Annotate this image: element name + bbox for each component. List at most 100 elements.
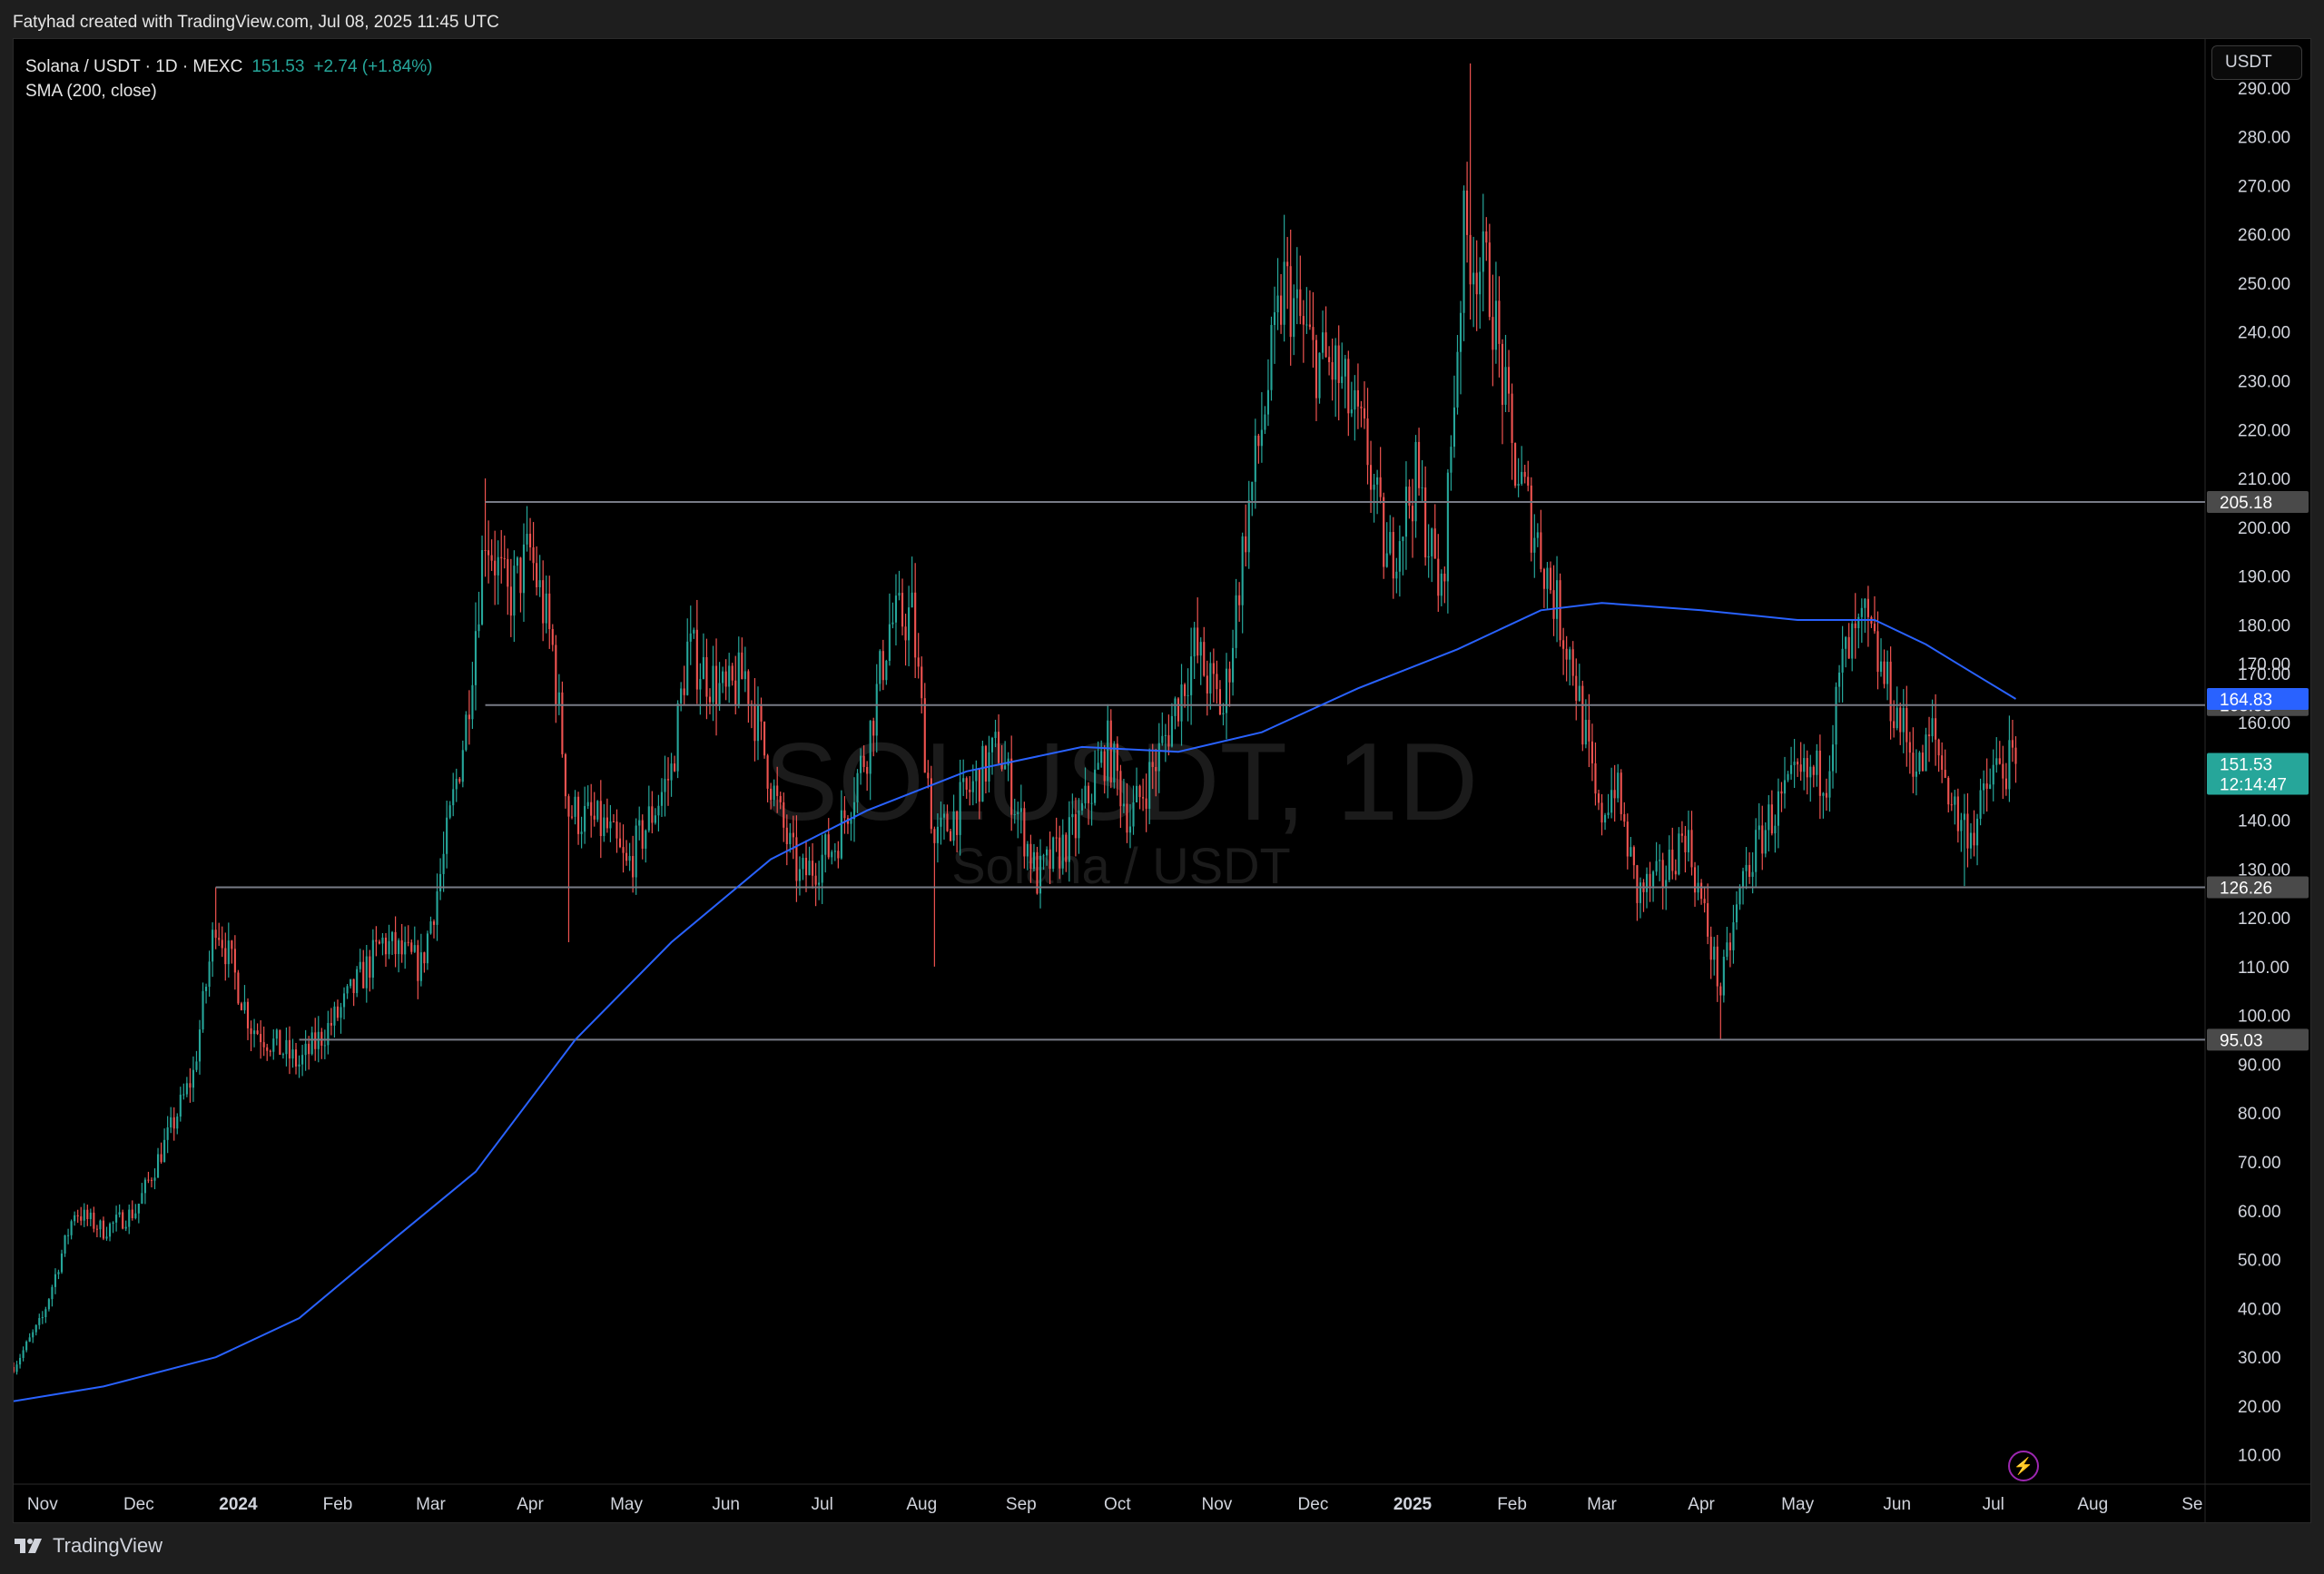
- candle-body: [940, 817, 942, 827]
- candle-body: [824, 834, 827, 855]
- candle-body: [500, 556, 503, 559]
- price-tick-label: 50.00: [2238, 1252, 2281, 1271]
- watermark-subtitle: Solana / USDT: [951, 837, 1291, 894]
- candle-body: [1546, 567, 1549, 589]
- candle-body: [1247, 499, 1250, 553]
- candle-body: [1183, 684, 1187, 696]
- candle-body: [1912, 753, 1915, 777]
- candle-body: [998, 732, 1000, 763]
- candle-body: [25, 1342, 28, 1351]
- candle-body: [1443, 573, 1446, 582]
- bottom-bar: [0, 1523, 2324, 1574]
- candle-body: [722, 671, 724, 684]
- candle-body: [1315, 339, 1318, 398]
- candle-body: [1347, 359, 1350, 414]
- candle-body: [942, 813, 946, 818]
- candle-body: [14, 1366, 15, 1372]
- candle-body: [1170, 715, 1173, 747]
- candle-body: [1777, 791, 1779, 826]
- candle-body: [1950, 804, 1953, 806]
- legend-price: 151.53: [251, 57, 305, 76]
- candle-body: [1019, 808, 1022, 812]
- candle-body: [1935, 718, 1937, 740]
- candle-body: [15, 1364, 18, 1372]
- candle-body: [1921, 753, 1925, 772]
- candle-body: [528, 534, 532, 548]
- chart-pane[interactable]: SOLUSDT, 1D Solana / USDT 10.00 20.00 30.00 4…: [13, 38, 2311, 1523]
- tradingview-brand[interactable]: TradingView: [15, 1534, 162, 1558]
- candle-body: [147, 1179, 150, 1181]
- candle-body: [2004, 778, 2007, 790]
- candle-body: [1157, 743, 1160, 772]
- candle-body: [1431, 528, 1433, 556]
- candle-body: [2011, 740, 2014, 748]
- candle-body: [1379, 477, 1382, 497]
- sma-badge-label: 164.83: [2220, 691, 2272, 710]
- candle-body: [879, 651, 881, 684]
- candle-body: [638, 820, 641, 826]
- candle-body: [536, 563, 538, 587]
- candle-body: [1851, 623, 1854, 659]
- candle-body: [1482, 231, 1484, 272]
- indicator-label[interactable]: SMA (200, close): [25, 79, 432, 103]
- candle-body: [1954, 796, 1956, 805]
- candle-body: [442, 853, 445, 874]
- candle-body: [789, 832, 792, 844]
- candle-body: [1780, 791, 1783, 794]
- candle-body: [1527, 477, 1530, 486]
- candle-body: [471, 684, 474, 720]
- candle-body: [522, 544, 526, 594]
- legend-change: +2.74 (+1.84%): [313, 57, 433, 76]
- candle-body: [1479, 271, 1482, 295]
- candle-body: [388, 940, 390, 955]
- candle-body: [1578, 685, 1581, 701]
- candle-body: [548, 593, 551, 630]
- candle-body: [1600, 802, 1603, 823]
- candle-body: [1966, 813, 1969, 849]
- candle-body: [1684, 835, 1687, 852]
- candle-body: [628, 856, 631, 861]
- candle-body: [645, 830, 647, 849]
- candle-body: [994, 732, 997, 738]
- candle-body: [308, 1043, 310, 1055]
- currency-button[interactable]: USDT: [2211, 45, 2302, 80]
- candle-body: [41, 1316, 44, 1319]
- candle-body: [635, 825, 637, 878]
- candle-body: [124, 1226, 127, 1229]
- candle-body: [115, 1215, 118, 1223]
- candle-body: [1876, 631, 1879, 673]
- candle-body: [57, 1272, 60, 1274]
- candle-body: [1065, 834, 1068, 862]
- brand-label: TradingView: [53, 1534, 163, 1557]
- candle-body: [1613, 790, 1616, 799]
- candle-body: [1090, 802, 1093, 804]
- candle-body: [1010, 758, 1013, 815]
- candle-body: [99, 1220, 102, 1230]
- time-tick-label: Dec: [123, 1495, 154, 1514]
- symbol-title[interactable]: Solana / USDT · 1D · MEXC: [25, 57, 242, 76]
- candle-body: [586, 802, 589, 806]
- candle-body: [760, 704, 763, 722]
- candle-body: [622, 847, 625, 853]
- candlestick-chart[interactable]: SOLUSDT, 1DSolana / USDT10.0020.0030.004…: [14, 39, 2310, 1522]
- time-tick-label: Se: [2181, 1495, 2202, 1514]
- candle-body: [734, 680, 737, 705]
- candle-body: [1071, 813, 1074, 818]
- candle-body: [1084, 785, 1087, 803]
- candle-body: [294, 1049, 298, 1067]
- candle-body: [346, 986, 349, 994]
- candle-body: [1707, 903, 1709, 937]
- lightning-icon[interactable]: ⚡: [2008, 1451, 2039, 1481]
- candle-body: [1899, 707, 1902, 733]
- time-tick-label: Sep: [1006, 1495, 1037, 1514]
- candle-body: [1151, 762, 1154, 768]
- candle-body: [1831, 744, 1835, 772]
- candle-body: [891, 622, 894, 625]
- candle-body: [231, 940, 233, 949]
- candle-body: [1350, 409, 1353, 414]
- candle-body: [455, 778, 458, 790]
- candle-body: [1716, 946, 1718, 987]
- candle-body: [1511, 393, 1513, 444]
- candle-body: [1590, 741, 1593, 763]
- time-tick-label: Apr: [517, 1495, 544, 1514]
